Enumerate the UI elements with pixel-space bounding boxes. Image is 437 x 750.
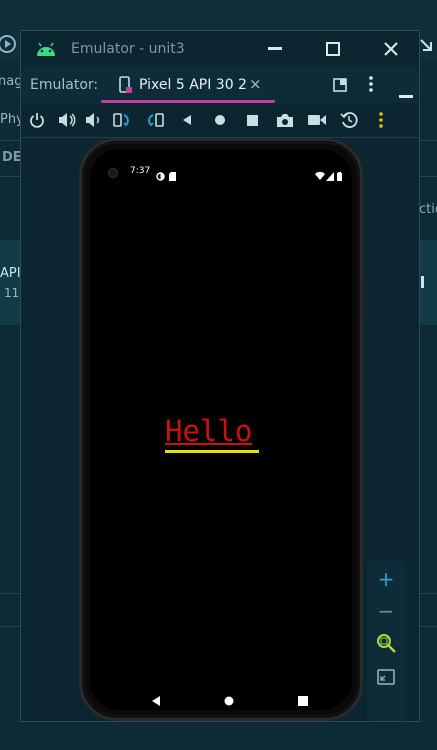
bg-label-actions: ctio xyxy=(419,202,437,217)
phone-device-icon xyxy=(119,76,133,98)
snapshot-icon[interactable] xyxy=(339,110,359,130)
home-icon[interactable] xyxy=(210,110,230,130)
maximize-button[interactable] xyxy=(319,37,347,61)
window-title: Emulator - unit3 xyxy=(71,41,185,57)
volume-up-icon[interactable] xyxy=(57,110,77,130)
close-button[interactable] xyxy=(377,37,405,61)
status-time: 7:37 xyxy=(130,166,151,176)
bg-label-device: DE xyxy=(2,150,22,165)
record-icon[interactable] xyxy=(307,110,327,130)
device-side-button xyxy=(361,279,365,319)
signal-icon xyxy=(326,166,334,185)
data-saver-icon xyxy=(156,166,165,185)
nav-home-icon[interactable] xyxy=(224,692,234,710)
tab-close-icon[interactable]: × xyxy=(249,75,262,93)
extended-controls-icon[interactable] xyxy=(371,110,391,130)
emulator-toolbar xyxy=(21,103,419,138)
hello-underline xyxy=(165,450,259,453)
hide-panel-icon[interactable] xyxy=(399,83,413,102)
more-vertical-icon[interactable] xyxy=(369,76,373,96)
back-icon[interactable] xyxy=(177,110,197,130)
power-icon[interactable] xyxy=(27,110,47,130)
overview-icon[interactable] xyxy=(242,110,262,130)
emulator-window: Emulator - unit3 Emulator: Pixel 5 API 3… xyxy=(20,30,420,722)
zoom-icon[interactable] xyxy=(376,633,396,653)
camera-icon[interactable] xyxy=(275,110,295,130)
zoom-controls: + − xyxy=(367,561,405,721)
bg-label-api: API xyxy=(0,266,21,281)
volume-down-icon[interactable] xyxy=(83,110,103,130)
nav-back-icon[interactable] xyxy=(151,692,161,710)
title-bar: Emulator - unit3 xyxy=(21,31,419,67)
device-screen[interactable]: 7:37 Hello xyxy=(90,149,352,710)
wifi-icon xyxy=(315,166,325,185)
tab-bar: Emulator: Pixel 5 API 30 2 × xyxy=(21,67,419,103)
overflow-icon[interactable] xyxy=(421,276,424,288)
fit-screen-icon[interactable] xyxy=(376,667,396,687)
tab-label: Pixel 5 API 30 2 xyxy=(139,77,247,93)
rotate-left-icon[interactable] xyxy=(112,110,132,130)
collapse-icon[interactable] xyxy=(419,38,433,51)
sd-card-icon xyxy=(169,166,176,185)
battery-icon xyxy=(337,166,342,185)
hello-text: Hello xyxy=(165,414,253,448)
zoom-out-button[interactable]: − xyxy=(376,599,396,623)
rotate-right-icon[interactable] xyxy=(145,110,165,130)
zoom-in-button[interactable]: + xyxy=(376,567,396,591)
android-icon xyxy=(35,41,57,60)
front-camera xyxy=(108,168,118,178)
tab-pixel5[interactable]: Pixel 5 API 30 2 × xyxy=(101,67,275,103)
layout-icon[interactable] xyxy=(333,77,347,96)
minimize-button[interactable] xyxy=(261,37,289,61)
nav-recents-icon[interactable] xyxy=(298,692,308,710)
device-frame: 7:37 Hello xyxy=(79,138,363,721)
emulator-label: Emulator: xyxy=(30,77,99,93)
